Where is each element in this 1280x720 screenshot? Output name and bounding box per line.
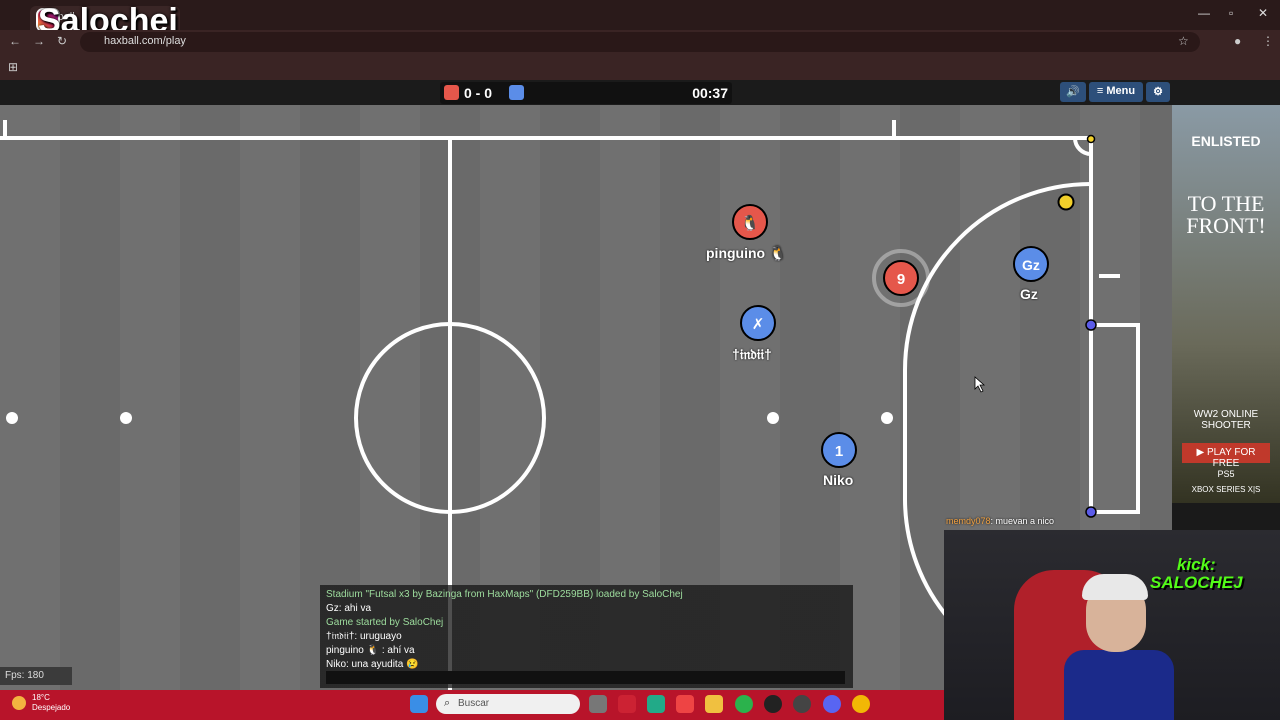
profile-avatar[interactable]: ● bbox=[1234, 34, 1241, 48]
chat-line: Stadium "Futsal x3 by Bazinga from HaxMa… bbox=[326, 589, 683, 600]
url-text: haxball.com/play bbox=[104, 35, 186, 47]
discord-icon[interactable] bbox=[823, 695, 841, 713]
maximize-icon[interactable]: ▫ bbox=[1229, 6, 1233, 20]
player-avatar: ✗ bbox=[752, 315, 765, 333]
field-marker bbox=[881, 412, 893, 424]
corner-flag bbox=[1086, 134, 1096, 144]
whatsapp-icon[interactable] bbox=[735, 695, 753, 713]
player-avatar: 1 bbox=[835, 443, 843, 460]
forward-icon[interactable]: → bbox=[33, 34, 45, 48]
obs-icon[interactable] bbox=[764, 695, 782, 713]
player-avatar: 9 bbox=[897, 271, 905, 288]
stream-chat-text: : muevan a nico bbox=[990, 516, 1055, 526]
goal-post bbox=[1085, 319, 1097, 331]
search-icon: ⌕ bbox=[444, 697, 451, 709]
fps-counter: Fps: 180 bbox=[0, 667, 72, 685]
taskbar-search[interactable]: ⌕ Buscar bbox=[436, 694, 580, 714]
field-marker bbox=[6, 412, 18, 424]
ad-headline: TO THE FRONT! bbox=[1186, 191, 1266, 238]
bookmark-star-icon[interactable]: ☆ bbox=[1178, 34, 1189, 48]
minimize-icon[interactable]: — bbox=[1198, 6, 1210, 20]
kick-channel-label: kick: SALOCHEJ bbox=[1150, 556, 1243, 592]
weather-temp: 18°C bbox=[32, 693, 50, 702]
moon-icon bbox=[12, 696, 26, 710]
chrome-icon[interactable] bbox=[852, 695, 870, 713]
chat-line: pinguino 🐧 : ahí va bbox=[326, 645, 415, 656]
ad-subtitle: WW2 ONLINE SHOOTER bbox=[1193, 409, 1259, 431]
reload-icon[interactable]: ↻ bbox=[57, 34, 67, 48]
weather-desc: Despejado bbox=[32, 703, 71, 712]
address-bar[interactable]: haxball.com/play bbox=[80, 32, 1200, 52]
close-icon[interactable]: ✕ bbox=[1258, 6, 1268, 20]
back-icon[interactable]: ← bbox=[9, 34, 21, 48]
ad-play-button[interactable]: ▶ PLAY FOR FREE bbox=[1182, 443, 1270, 469]
task-view-icon[interactable] bbox=[589, 695, 607, 713]
stream-chat-message: memdy078: muevan a nico bbox=[946, 516, 1054, 526]
chat-line: Game started by SaloChej bbox=[326, 617, 444, 628]
player-avatar: Gz bbox=[1022, 257, 1040, 273]
apps-grid-icon[interactable]: ⊞ bbox=[8, 60, 18, 74]
kick-label-text: kick: SALOCHEJ bbox=[1150, 555, 1243, 592]
goal-post bbox=[1085, 506, 1097, 518]
ad-platform-xbox: XBOX SERIES X|S bbox=[1191, 485, 1261, 494]
player-avatar: 🐧 bbox=[741, 214, 760, 232]
player-name-niko: Niko bbox=[823, 472, 854, 488]
chat-line: Gz: ahi va bbox=[326, 603, 372, 614]
file-explorer-icon[interactable] bbox=[705, 695, 723, 713]
ad-banner[interactable]: ENLISTED TO THE FRONT! WW2 ONLINE SHOOTE… bbox=[1172, 105, 1280, 503]
browser-menu-icon[interactable]: ⋮ bbox=[1262, 34, 1274, 48]
game-chat: Stadium "Futsal x3 by Bazinga from HaxMa… bbox=[320, 585, 853, 688]
streamer bbox=[1064, 570, 1174, 720]
field-marker bbox=[767, 412, 779, 424]
store-icon[interactable] bbox=[618, 695, 636, 713]
ad-platform-ps5: PS5 bbox=[1217, 469, 1235, 479]
field-marker bbox=[120, 412, 132, 424]
search-placeholder: Buscar bbox=[458, 698, 490, 709]
stream-chat-user: memdy078 bbox=[946, 516, 991, 526]
brave-icon[interactable] bbox=[676, 695, 694, 713]
goal-net bbox=[1089, 323, 1140, 514]
streamer-cap bbox=[1082, 574, 1148, 600]
ball bbox=[1057, 193, 1075, 211]
chat-line: Niko: una ayudita 😢 bbox=[326, 659, 419, 670]
streamer-shirt bbox=[1064, 650, 1174, 720]
app-icon[interactable] bbox=[647, 695, 665, 713]
app-icon[interactable] bbox=[793, 695, 811, 713]
bookmarks-bar bbox=[0, 54, 1280, 80]
mouse-cursor-icon bbox=[974, 376, 986, 393]
chat-input[interactable] bbox=[326, 671, 845, 684]
player-name-indii: †𝔦𝔫𝔡𝔦𝔦† bbox=[732, 346, 772, 362]
screen: { "browser": { "tab_title": "Haxball", "… bbox=[0, 0, 1280, 720]
ad-brand: ENLISTED bbox=[1191, 133, 1261, 149]
windows-start-icon[interactable] bbox=[410, 695, 428, 713]
player-name-pinguino: pinguino 🐧 bbox=[706, 245, 787, 261]
chat-line: †𝔦𝔫𝔡𝔦𝔦†: uruguayo bbox=[326, 631, 402, 642]
player-name-gz: Gz bbox=[1020, 286, 1038, 302]
